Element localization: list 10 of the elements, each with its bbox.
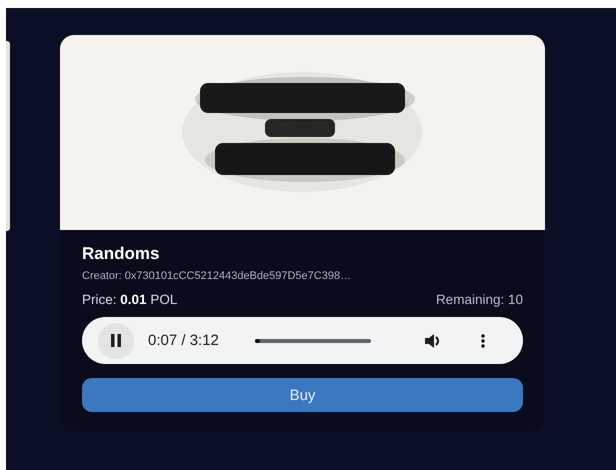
creator-address: Creator: 0x730101cCC5212443deBde597D5e7C398… xyxy=(82,270,352,282)
remaining-count: Remaining: 10 xyxy=(436,292,523,307)
pause-icon xyxy=(110,334,122,347)
pause-button[interactable] xyxy=(98,322,134,358)
card-title: Randoms xyxy=(82,244,160,264)
more-options-icon[interactable] xyxy=(480,334,485,348)
playback-time: 0:07 / 3:12 xyxy=(148,332,219,349)
seek-track[interactable] xyxy=(254,338,371,342)
price: Price: 0.01 POL xyxy=(82,292,178,307)
buy-button[interactable]: Buy xyxy=(82,378,523,412)
